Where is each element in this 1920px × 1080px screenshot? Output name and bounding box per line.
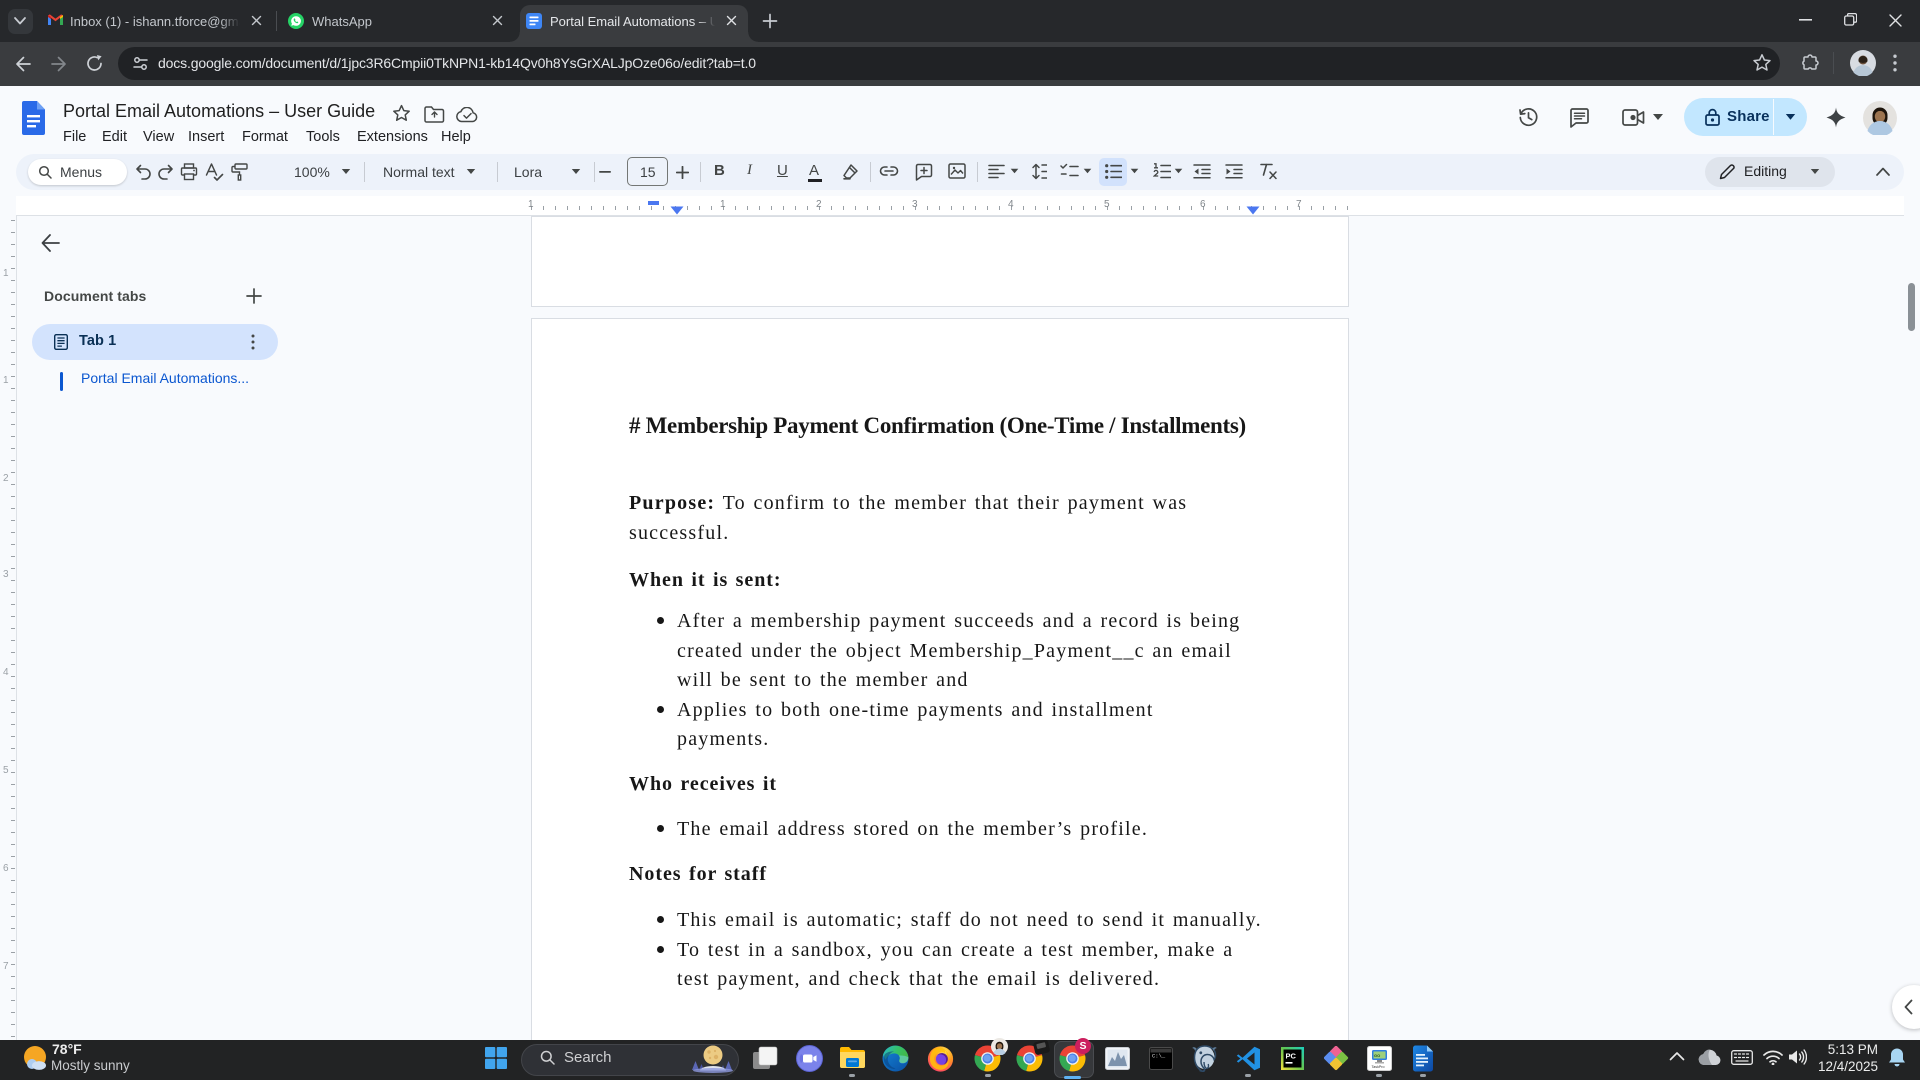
svg-text:PC: PC xyxy=(1286,1052,1297,1061)
svg-text:TaskPro: TaskPro xyxy=(1372,1065,1385,1069)
svg-text:GO: GO xyxy=(1374,1053,1380,1058)
svg-text:C:\_: C:\_ xyxy=(1152,1053,1166,1060)
